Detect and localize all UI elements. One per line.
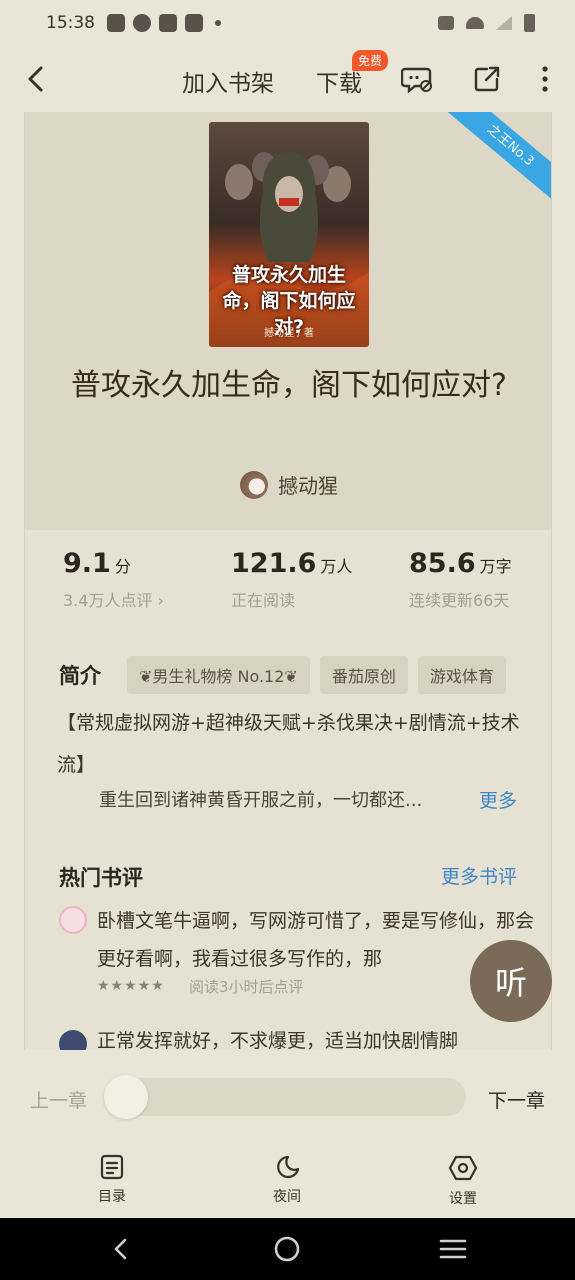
update-streak: 连续更新66天 — [409, 591, 510, 610]
toc-icon — [100, 1154, 124, 1180]
moon-icon — [277, 1155, 300, 1179]
readers-label: 正在阅读 — [231, 591, 296, 610]
book-cover[interactable]: 普攻永久加生命，阁下如何应对? 撼动猩 / 著 — [209, 122, 369, 347]
rank-ribbon: 之王No.3 — [435, 112, 551, 212]
wordcount-stat: 85.6 万字 连续更新66天 — [409, 548, 512, 611]
more-notifications-dot — [215, 20, 221, 26]
progress-slider[interactable] — [104, 1078, 466, 1116]
intro-text: 【常规虚拟网游+超神级天赋+杀伐果决+剧情流+技术流】 — [57, 712, 520, 776]
review-text[interactable]: 卧槽文笔牛逼啊，写网游可惜了，要是写修仙，那会更好看啊，我看过很多写作的，那 — [97, 902, 537, 978]
system-home-icon[interactable] — [272, 1234, 302, 1264]
readers-stat: 121.6 万人 正在阅读 — [231, 548, 409, 611]
prev-chapter-button[interactable]: 上一章 — [30, 1086, 87, 1113]
rating-count: 3.4万人点评 › — [63, 591, 164, 610]
vivo-notification-icon — [107, 14, 125, 32]
speed-notification-icon — [133, 14, 151, 32]
wordcount-unit: 万字 — [479, 557, 512, 576]
intro-more-link[interactable]: 更多 — [479, 786, 517, 813]
tag-gift-rank[interactable]: ❦男生礼物榜 No.12❦ — [127, 656, 310, 694]
tag-original[interactable]: 番茄原创 — [319, 656, 408, 694]
review-text-2[interactable]: 正常发挥就好，不求爆更，适当加快剧情脚 — [97, 1026, 537, 1050]
settings-hexagon-icon — [448, 1155, 478, 1181]
chapter-progress: 上一章 下一章 — [0, 1070, 575, 1124]
top-nav: 加入书架 下载 免费 — [0, 46, 575, 112]
next-chapter-button[interactable]: 下一章 — [488, 1086, 545, 1113]
tag-game-sports[interactable]: 游戏体育 — [417, 656, 506, 694]
book-detail-panel: 普攻永久加生命，阁下如何应对? 撼动猩 / 著 之王No.3 普攻永久加生命，阁… — [24, 112, 552, 1050]
bag-notification-icon — [159, 14, 177, 32]
author-row[interactable]: 撼动猩 — [25, 470, 551, 499]
cover-author: 撼动猩 / 著 — [264, 328, 314, 339]
settings-button[interactable]: 设置 — [423, 1154, 503, 1208]
system-nav-bar — [0, 1218, 575, 1280]
battery-icon — [524, 14, 535, 32]
author-name: 撼动猩 — [278, 474, 338, 498]
hot-reviews-title: 热门书评 — [59, 866, 143, 890]
intro-header: 简介 ❦男生礼物榜 No.12❦ 番茄原创 游戏体育 — [59, 656, 506, 694]
book-hero: 普攻永久加生命，阁下如何应对? 撼动猩 / 著 之王No.3 普攻永久加生命，阁… — [25, 112, 551, 530]
toc-label: 目录 — [98, 1189, 126, 1205]
author-avatar — [240, 470, 268, 499]
night-label: 夜间 — [273, 1189, 301, 1205]
more-reviews-link[interactable]: 更多书评 — [441, 862, 517, 889]
status-time: 15:38 — [46, 13, 95, 33]
system-menu-icon[interactable] — [438, 1234, 468, 1264]
readers-unit: 万人 — [320, 557, 353, 576]
book-stats: 9.1 分 3.4万人点评 › 121.6 万人 正在阅读 85.6 万字 连续更新6… — [63, 548, 533, 611]
settings-label: 设置 — [449, 1191, 477, 1207]
progress-slider-handle[interactable] — [104, 1075, 148, 1119]
toc-button[interactable]: 目录 — [72, 1154, 152, 1206]
rating-unit: 分 — [114, 557, 131, 576]
vibrate-icon — [438, 16, 454, 30]
reader-toolbar: 目录 夜间 设置 — [0, 1150, 575, 1218]
review-stars: ★★★★★ — [97, 978, 165, 994]
add-to-shelf-button[interactable]: 加入书架 — [182, 64, 274, 98]
reviewer-avatar[interactable] — [59, 906, 87, 934]
free-badge: 免费 — [352, 50, 389, 71]
readers-value: 121.6 — [231, 548, 317, 579]
rating-value: 9.1 — [63, 548, 111, 579]
intro-excerpt: 重生回到诸神黄昏开服之前，一切都还... — [99, 790, 423, 811]
back-icon[interactable] — [18, 62, 52, 96]
signal-icon — [496, 16, 512, 30]
rating-stat[interactable]: 9.1 分 3.4万人点评 › — [63, 548, 231, 611]
more-options-icon[interactable] — [528, 62, 562, 96]
bag-notification-icon-2 — [185, 14, 203, 32]
system-back-icon[interactable] — [106, 1234, 136, 1264]
review-meta: 阅读3小时后点评 — [189, 978, 304, 996]
night-mode-button[interactable]: 夜间 — [247, 1154, 327, 1206]
status-right-icons — [438, 14, 535, 32]
status-bar: 15:38 — [0, 0, 575, 46]
comment-settings-icon[interactable] — [400, 62, 434, 96]
share-icon[interactable] — [470, 62, 504, 96]
reviewer-avatar-2[interactable] — [59, 1030, 87, 1050]
listen-button[interactable]: 听 — [470, 940, 552, 1022]
intro-title: 简介 — [59, 664, 101, 688]
wordcount-value: 85.6 — [409, 548, 476, 579]
book-title: 普攻永久加生命，阁下如何应对? — [71, 368, 507, 403]
wifi-icon — [466, 17, 484, 29]
